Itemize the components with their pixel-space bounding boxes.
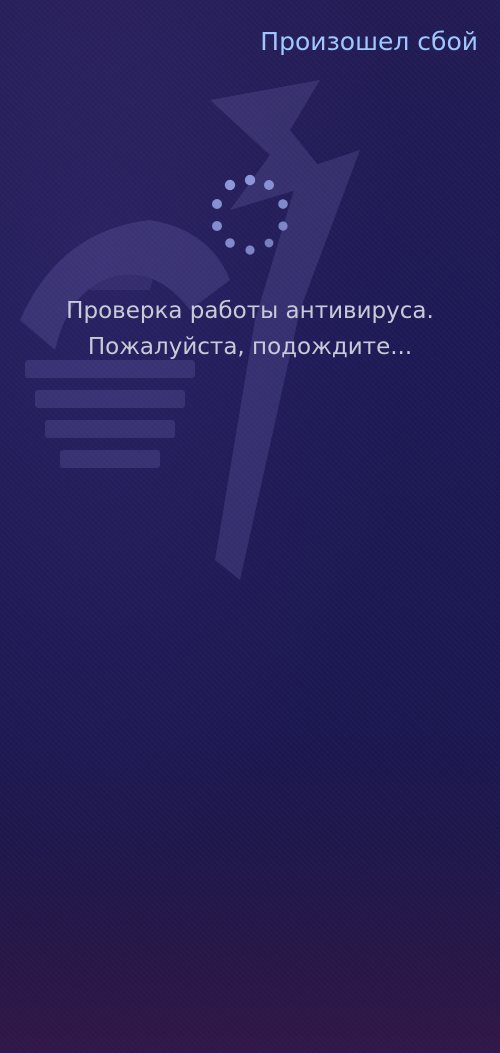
status-line-please-wait: Пожалуйста, подождите... <box>87 334 413 360</box>
status-message: Проверка работы антивируса. Пожалуйста, … <box>0 293 500 365</box>
status-line-checking: Проверка работы антивируса. <box>66 298 434 324</box>
antivirus-check-screen: Произошел сбой Проверка работы антивирус… <box>0 0 500 1053</box>
error-occurred-link[interactable]: Произошел сбой <box>260 24 478 60</box>
loading-spinner-icon <box>212 174 288 255</box>
